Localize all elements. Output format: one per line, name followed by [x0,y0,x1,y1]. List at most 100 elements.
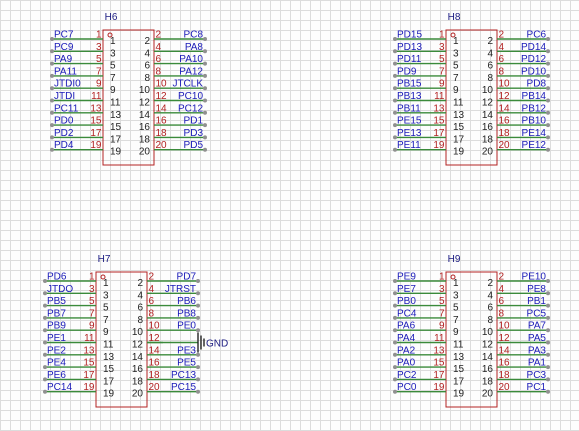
pin-number-inside: 7 [110,73,116,84]
pin-number: 9 [439,321,445,332]
pin-number: 20 [149,382,161,393]
wire-end-dot [546,303,550,308]
pin-number-inside: 18 [482,376,494,387]
net-label: PA9 [54,54,73,65]
net-label: PD11 [397,54,422,65]
wire-end-dot [546,135,550,140]
pin-number-inside: 7 [103,315,109,326]
pin-number: 2 [149,272,155,283]
net-label: PA6 [397,321,416,332]
net-label: PC9 [54,42,74,53]
net-label: PB6 [177,296,196,307]
header-h7: H7 PD6 11 PD7 22 JTDO 33 JTRST 44 PB5 55 PB6 66 PB7 77… [43,254,200,408]
pin-number: 7 [439,66,445,77]
wire-end-dot [546,49,550,54]
net-label: PA10 [179,54,203,65]
header-h9: H9 PE9 11 PE10 22 PE7 33 PE8 44 PB0 55 PB1 66 PC4 77 PC… [393,254,550,408]
pin-number-inside: 20 [482,389,494,400]
net-label: PC8 [184,30,204,41]
net-label: PA5 [528,333,547,344]
pin-number-inside: 7 [453,73,459,84]
pin-number: 13 [90,103,102,114]
pin-number-inside: 20 [139,147,151,158]
net-label: PE3 [177,345,196,356]
pin-number: 10 [156,79,168,90]
net-label: PE7 [397,284,416,295]
pin-number-inside: 9 [110,85,116,96]
pin-number: 16 [499,116,511,127]
net-label: PD14 [521,42,546,53]
net-label: PC10 [178,91,203,102]
wire-end-dot [196,303,200,308]
pin-number: 2 [156,30,162,41]
pin-number-inside: 6 [144,61,150,72]
pin-number: 18 [149,370,161,381]
pin-number-inside: 10 [482,327,494,338]
pin-number: 17 [433,370,445,381]
net-label: PD10 [521,66,546,77]
pin-number-inside: 13 [453,352,465,363]
wire-end-dot [196,328,200,333]
net-label: PD7 [177,272,197,283]
pin-number: 17 [433,128,445,139]
pin-number-inside: 11 [110,98,121,109]
pin-number-inside: 3 [103,290,109,301]
pin-number: 20 [156,140,168,151]
wire-end-dot [203,61,207,66]
net-label: PA2 [397,345,416,356]
pin-number-inside: 2 [487,36,493,47]
net-label: PE4 [47,358,66,369]
pin-number-inside: 19 [453,389,465,400]
net-label: PD6 [47,272,67,283]
pin-number-inside: 16 [482,364,494,375]
pin-number: 11 [84,333,95,344]
pin-number-inside: 5 [110,61,116,72]
pin-number-inside: 16 [132,364,144,375]
wire-end-dot [203,37,207,41]
net-label: PE9 [397,272,416,283]
pin-number-inside: 14 [482,110,494,121]
net-label: PE15 [397,116,422,127]
wire-end-dot [546,389,550,394]
pin-number: 9 [96,79,102,90]
net-label: PB14 [522,91,547,102]
net-label: PE14 [522,128,547,139]
wire-end-dot [196,377,200,382]
pin-number-inside: 6 [487,61,493,72]
pin-number: 19 [433,140,445,151]
net-label: PA11 [54,66,77,77]
pin-number: 5 [89,296,95,307]
pin-number-inside: 1 [103,278,109,289]
net-label: PB12 [522,103,547,114]
pin-number-inside: 17 [103,376,115,387]
pin-number-inside: 4 [144,48,150,59]
pin-number-inside: 13 [453,110,465,121]
wire-end-dot [546,73,550,78]
net-label: PE10 [522,272,547,283]
net-label: PD0 [54,116,74,127]
net-label: JTRST [165,284,196,295]
pin-number: 11 [434,333,445,344]
pin-number: 19 [433,382,445,393]
wire-end-dot [203,110,207,115]
net-label: PE1 [47,333,66,344]
pin-number-inside: 11 [453,340,464,351]
pin-number-inside: 8 [487,73,493,84]
net-label: PC3 [527,370,547,381]
pin-number-inside: 14 [132,352,144,363]
pin-number-inside: 5 [453,303,459,314]
wire-end-dot [546,352,550,357]
pin-number-inside: 18 [132,376,144,387]
wire-end-dot [203,98,207,103]
pin-number: 19 [83,382,95,393]
net-label: PE5 [177,358,196,369]
pin-number: 13 [83,345,95,356]
pin-number: 1 [439,272,445,283]
pin-number: 8 [149,308,155,319]
net-label: PC6 [527,30,547,41]
pin-number-inside: 12 [482,98,494,109]
pin-number-inside: 12 [132,340,144,351]
pin-number: 16 [149,358,161,369]
pin-number: 15 [90,116,102,127]
pin-number-inside: 12 [139,98,151,109]
